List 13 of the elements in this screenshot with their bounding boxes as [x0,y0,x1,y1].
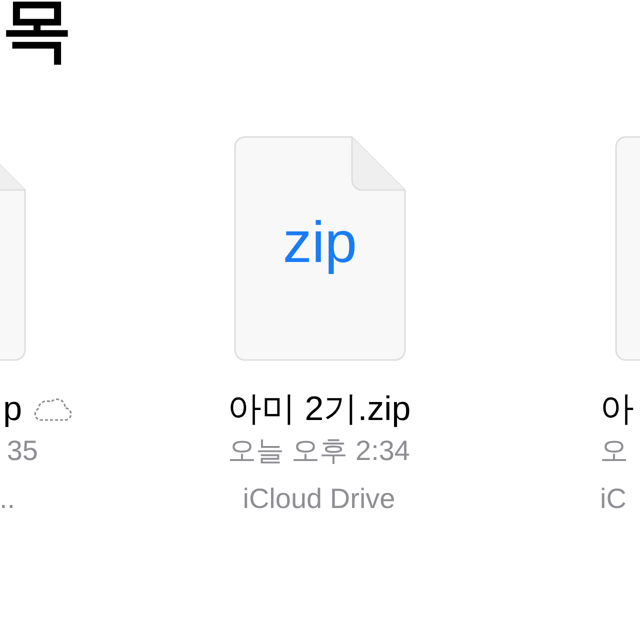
file-name: 아미 2기.zip [227,392,411,426]
file-date: 오늘 오후 2:34 [228,437,410,465]
file-type-label: zip [282,214,358,272]
file-name: 아 [600,392,634,426]
file-location: iCloud Drive [242,485,396,513]
document-icon [234,136,406,361]
file-location: iC [600,485,626,513]
file-name: p [3,392,22,426]
file-date: 오 [600,437,628,465]
cloud-icon [32,396,72,422]
page-title: 목 [2,0,72,64]
file-date: 35 [6,437,38,465]
file-location: .. [0,485,15,513]
